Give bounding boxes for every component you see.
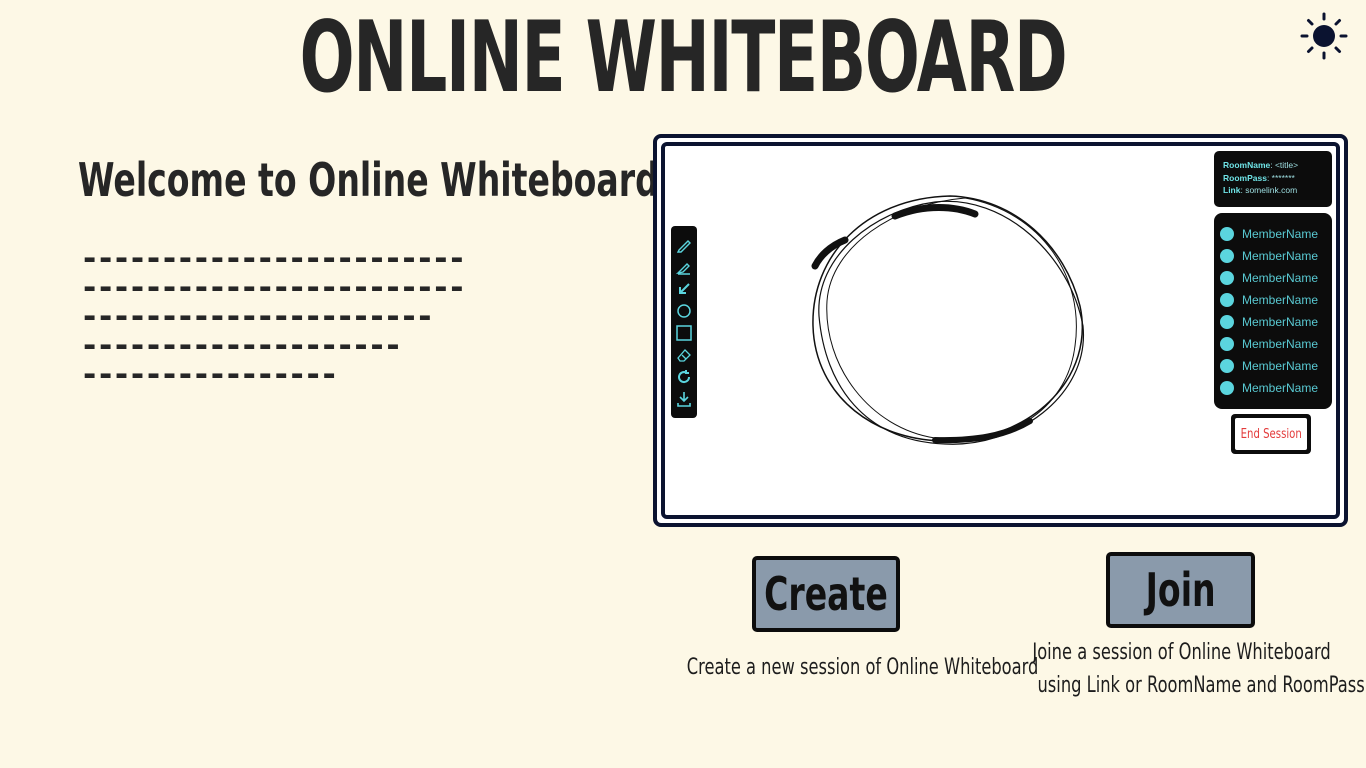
sun-icon[interactable] [1300, 12, 1348, 60]
room-pass-value: : ******* [1266, 172, 1295, 183]
create-button[interactable]: Create [752, 556, 900, 632]
member-status-dot [1220, 359, 1234, 373]
create-caption: Create a new session of Online Whiteboar… [625, 651, 1039, 684]
member-status-dot [1220, 249, 1234, 263]
member-name: MemberName [1242, 293, 1319, 307]
member-name: MemberName [1242, 249, 1319, 263]
whiteboard-canvas: RoomName: <title> RoomPass: ******* Link… [661, 142, 1340, 519]
join-caption-line: using Link or RoomName and RoomPass [1037, 673, 1365, 698]
member-item: MemberName [1220, 333, 1326, 355]
end-session-button[interactable]: End Session [1231, 414, 1311, 454]
link-label: Link [1223, 185, 1241, 195]
member-name: MemberName [1242, 337, 1319, 351]
square-icon [676, 325, 692, 341]
end-session-label: End Session [1240, 426, 1302, 442]
join-button-label: Join [1145, 563, 1216, 617]
member-name: MemberName [1242, 227, 1319, 241]
join-caption-line: Joine a session of Online Whiteboard [1032, 640, 1331, 665]
drawing-scribble [811, 195, 1084, 445]
highlighter-icon [675, 263, 690, 275]
refresh-icon [678, 370, 691, 384]
member-item: MemberName [1220, 289, 1326, 311]
join-button[interactable]: Join [1106, 552, 1255, 628]
member-name: MemberName [1242, 381, 1319, 395]
member-item: MemberName [1220, 355, 1326, 377]
circle-icon [677, 304, 691, 318]
room-info-panel: RoomName: <title> RoomPass: ******* Link… [1214, 151, 1332, 207]
member-name: MemberName [1242, 271, 1319, 285]
create-button-label: Create [764, 567, 888, 621]
member-name: MemberName [1242, 359, 1319, 373]
member-name: MemberName [1242, 315, 1319, 329]
member-item: MemberName [1220, 311, 1326, 333]
member-item: MemberName [1220, 267, 1326, 289]
welcome-heading: Welcome to Online Whiteboard [78, 153, 659, 207]
arrow-icon [679, 283, 690, 294]
member-status-dot [1220, 293, 1234, 307]
member-status-dot [1220, 337, 1234, 351]
members-panel: MemberName MemberName MemberName MemberN… [1214, 213, 1332, 409]
pencil-icon [676, 240, 691, 253]
member-status-dot [1220, 271, 1234, 285]
room-name-label: RoomName [1223, 160, 1271, 170]
link-value: : somelink.com [1240, 185, 1298, 195]
app-title: ONLINE WHITEBOARD [299, 1, 1068, 115]
description-placeholder: ------------------------ ---------------… [80, 242, 466, 393]
whiteboard-preview: RoomName: <title> RoomPass: ******* Link… [653, 134, 1348, 527]
member-status-dot [1220, 227, 1234, 241]
room-name-value: : <title> [1270, 160, 1299, 170]
join-caption: Joine a session of Online Whiteboard usi… [980, 636, 1366, 702]
download-icon [677, 392, 691, 407]
member-status-dot [1220, 315, 1234, 329]
member-item: MemberName [1220, 245, 1326, 267]
room-pass-label: RoomPass [1223, 172, 1267, 183]
member-item: MemberName [1220, 377, 1326, 399]
member-item: MemberName [1220, 223, 1326, 245]
member-status-dot [1220, 381, 1234, 395]
toolbar [671, 226, 697, 418]
description-line: ---------------- [80, 355, 339, 393]
eraser-icon [677, 349, 691, 362]
